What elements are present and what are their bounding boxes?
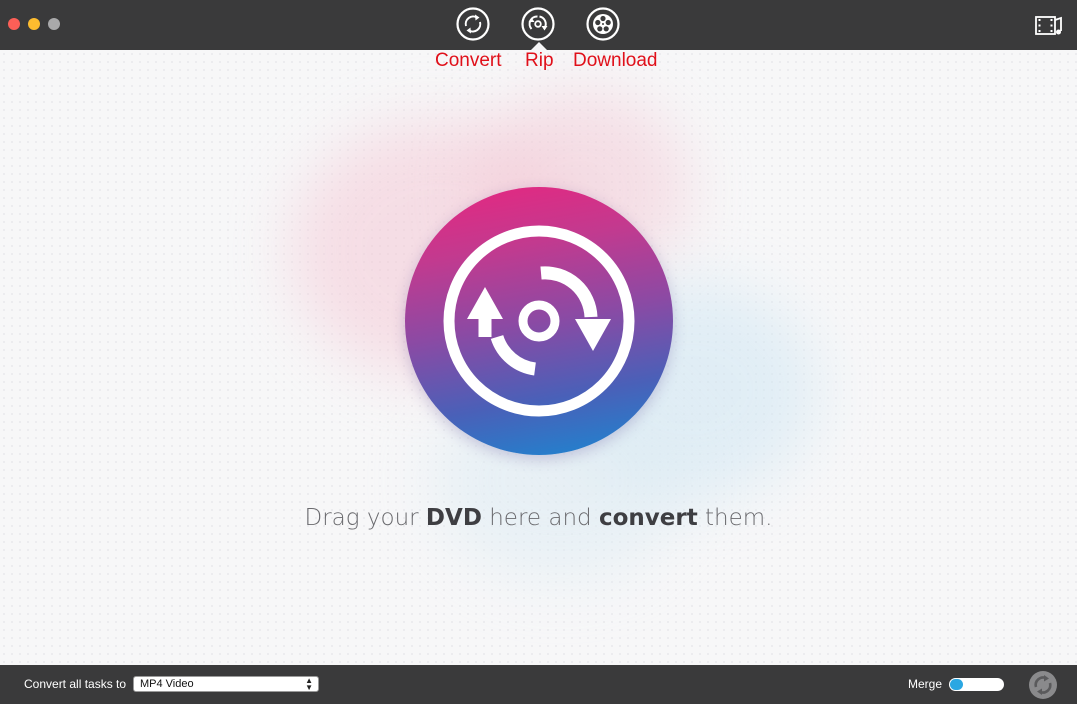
- output-format-select[interactable]: MP4 Video ▲ ▼: [133, 676, 319, 692]
- merge-label: Merge: [908, 677, 943, 691]
- instruction-bold-convert: convert: [598, 505, 698, 531]
- convert-start-button[interactable]: [1029, 671, 1057, 699]
- selected-tab-indicator: [531, 42, 547, 50]
- instruction-text: them.: [697, 505, 773, 531]
- instruction-text: here and: [481, 505, 599, 531]
- download-icon[interactable]: [586, 7, 620, 41]
- tab-convert[interactable]: Convert: [435, 50, 502, 72]
- chevron-updown-icon: ▲ ▼: [305, 676, 313, 692]
- bottom-bar: Convert all tasks to MP4 Video ▲ ▼ Merge: [0, 665, 1077, 704]
- close-window-button[interactable]: [8, 18, 20, 30]
- drag-instruction: Drag your DVD here and convert them.: [0, 505, 1077, 531]
- zoom-window-button[interactable]: [48, 18, 60, 30]
- merge-toggle-knob: [950, 679, 963, 690]
- tab-download[interactable]: Download: [573, 50, 658, 72]
- dvd-rip-icon[interactable]: [405, 187, 673, 455]
- minimize-window-button[interactable]: [28, 18, 40, 30]
- convert-all-label: Convert all tasks to: [24, 677, 127, 691]
- rip-icon[interactable]: [521, 7, 555, 41]
- instruction-text: Drag your: [304, 505, 426, 531]
- convert-start-icon: [1034, 675, 1052, 695]
- media-library-icon[interactable]: [1035, 14, 1063, 38]
- merge-toggle[interactable]: [949, 678, 1004, 691]
- instruction-bold-dvd: DVD: [425, 505, 482, 531]
- output-format-value: MP4 Video: [140, 678, 194, 690]
- tab-rip[interactable]: Rip: [525, 50, 554, 72]
- drop-zone[interactable]: Drag your DVD here and convert them.: [0, 50, 1077, 665]
- convert-icon[interactable]: [456, 7, 490, 41]
